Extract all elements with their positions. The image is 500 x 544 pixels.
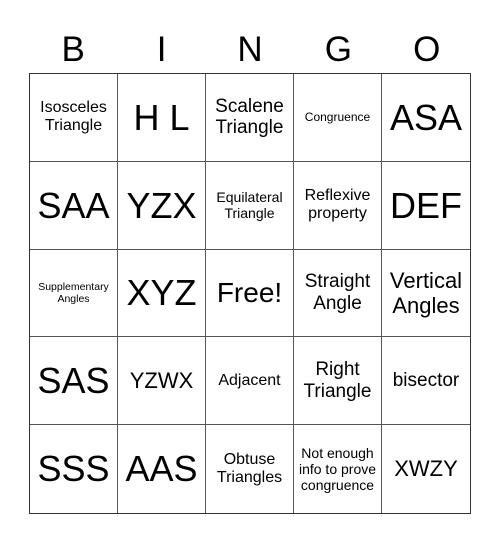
bingo-cell[interactable]: SAS — [30, 337, 118, 426]
bingo-cell[interactable]: ASA — [382, 74, 470, 162]
bingo-cell[interactable]: Right Triangle — [294, 337, 382, 426]
bingo-cell[interactable]: Supplementary Angles — [30, 249, 118, 338]
bingo-cell[interactable]: AAS — [118, 425, 206, 513]
bingo-header: B I N G O — [29, 28, 471, 72]
bingo-cell[interactable]: XWZY — [382, 425, 470, 513]
bingo-cell[interactable]: DEF — [382, 162, 470, 250]
bingo-cell[interactable]: bisector — [382, 337, 470, 426]
bingo-cell[interactable]: Straight Angle — [294, 249, 382, 338]
bingo-cell[interactable]: H L — [118, 74, 206, 162]
bingo-cell[interactable]: Reflexive property — [294, 161, 382, 250]
bingo-card-grid: Isosceles Triangle H L Scalene Triangle Con… — [29, 73, 471, 514]
bingo-cell[interactable]: XYZ — [118, 249, 206, 338]
header-letter-i: I — [156, 30, 167, 69]
bingo-cell[interactable]: Scalene Triangle — [206, 74, 294, 162]
header-letter-g: G — [324, 30, 352, 69]
header-letter-n: N — [237, 30, 263, 69]
bingo-cell[interactable]: Equilateral Triangle — [206, 161, 294, 250]
bingo-cell[interactable]: Adjacent — [206, 337, 294, 426]
bingo-cell[interactable]: Congruence — [294, 74, 382, 162]
header-letter-b: B — [61, 30, 85, 69]
bingo-cell[interactable]: Vertical Angles — [382, 250, 470, 338]
bingo-cell[interactable]: SSS — [30, 425, 118, 513]
bingo-cell[interactable]: SAA — [30, 161, 118, 250]
bingo-cell-free-space[interactable]: Free! — [206, 249, 294, 338]
bingo-cell[interactable]: Obtuse Triangles — [206, 425, 294, 513]
bingo-cell[interactable]: YZX — [118, 161, 206, 250]
header-letter-o: O — [413, 30, 441, 69]
bingo-cell[interactable]: Not enough info to prove congruence — [294, 425, 382, 513]
bingo-cell[interactable]: YZWX — [118, 337, 206, 426]
bingo-cell[interactable]: Isosceles Triangle — [30, 74, 118, 162]
